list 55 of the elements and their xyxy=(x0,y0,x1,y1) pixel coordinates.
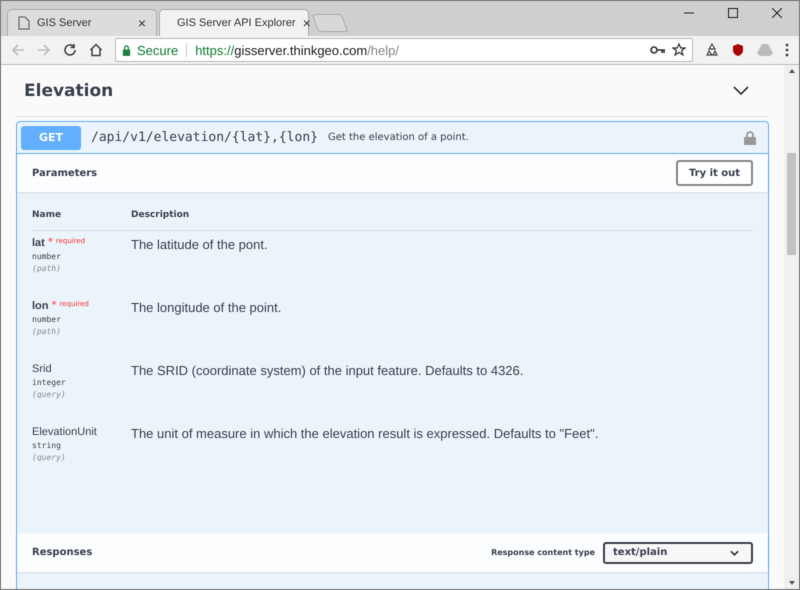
endpoint-path: /api/v1/elevation/{lat},{lon} xyxy=(91,130,318,145)
parameter-name: lon xyxy=(32,300,48,312)
parameter-name: ElevationUnit xyxy=(32,426,97,438)
close-tab-button[interactable]: × xyxy=(138,15,146,31)
url-text: https://gisserver.thinkgeo.com/help/ xyxy=(195,42,399,58)
required-mark: * xyxy=(52,300,56,311)
lock-icon[interactable] xyxy=(744,130,756,144)
padlock-icon xyxy=(122,44,131,56)
parameter-type: number xyxy=(32,315,62,324)
parameter-description: The unit of measure in which the elevation result is expressed. Defaults to "Feet". xyxy=(131,426,598,443)
parameter-name: Srid xyxy=(32,363,52,375)
more-menu-icon[interactable] xyxy=(785,43,789,57)
close-tab-button[interactable]: × xyxy=(302,15,311,31)
parameter-type: string xyxy=(32,441,62,450)
scrollbar-thumb[interactable] xyxy=(787,153,796,255)
close-icon[interactable] xyxy=(772,8,782,18)
address-bar[interactable]: Secure https://gisserver.thinkgeo.com/help/ xyxy=(115,38,693,62)
maximize-icon[interactable] xyxy=(728,8,738,18)
page-icon xyxy=(18,16,30,30)
browser-tab[interactable]: GIS Server API Explorer × xyxy=(159,9,309,36)
tab-title: GIS Server API Explorer xyxy=(177,17,296,29)
content-type-select[interactable]: text/plain xyxy=(603,542,753,564)
chevron-down-icon[interactable] xyxy=(733,86,749,96)
caret-icon xyxy=(730,550,739,556)
scrollbar[interactable] xyxy=(784,65,799,589)
column-header: Description xyxy=(131,210,190,220)
operation-summary-text: Get the elevation of a point. xyxy=(328,132,469,143)
scroll-down-arrow-icon[interactable] xyxy=(788,581,794,585)
required-mark: * xyxy=(48,237,53,248)
section-title: Elevation xyxy=(24,80,114,100)
http-method-badge: GET xyxy=(21,126,81,150)
parameter-type: number xyxy=(32,252,62,261)
parameter-description: The SRID (coordinate system) of the input feature. Defaults to 4326. xyxy=(131,363,524,380)
parameter-name: lat xyxy=(32,237,45,249)
tab-title: GIS Server xyxy=(37,17,92,29)
responses-title: Responses xyxy=(32,547,92,558)
scroll-up-arrow-icon[interactable] xyxy=(788,69,794,73)
parameter-description: The latitude of the pont. xyxy=(131,237,268,254)
column-header: Name xyxy=(32,210,62,220)
parameters-title: Parameters xyxy=(32,168,98,178)
security-label: Secure xyxy=(137,42,178,58)
parameter-location: (path) xyxy=(32,264,62,273)
reload-icon[interactable] xyxy=(63,43,77,57)
home-icon[interactable] xyxy=(89,43,103,57)
try-it-out-button[interactable]: Try it out xyxy=(676,160,753,186)
parameter-description: The longitude of the point. xyxy=(131,300,282,317)
key-icon[interactable] xyxy=(650,45,666,55)
browser-tab[interactable]: GIS Server × xyxy=(7,9,157,36)
parameter-location: (path) xyxy=(32,327,62,336)
star-icon[interactable] xyxy=(672,43,686,57)
parameter-location: (query) xyxy=(32,390,67,399)
content-type-label: Response content type xyxy=(491,548,595,557)
parameter-location: (query) xyxy=(32,453,67,462)
shield-icon[interactable] xyxy=(731,43,745,57)
parameter-type: integer xyxy=(32,378,67,387)
